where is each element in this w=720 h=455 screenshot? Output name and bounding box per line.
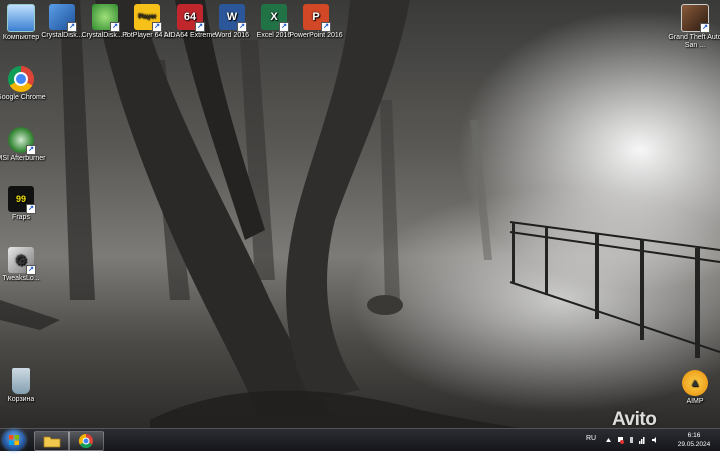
icon-label: AIMP (686, 398, 704, 405)
action-center-flag-icon[interactable] (617, 436, 624, 444)
shortcut-arrow-icon: ↗ (26, 204, 36, 214)
aimp-icon: ▲ (682, 370, 708, 396)
msi-afterburner-desktop-icon[interactable]: ↗ MSI Afterburner (0, 127, 52, 163)
taskbar: RU 6:16 29.05.2024 (0, 428, 720, 451)
shortcut-arrow-icon: ↗ (700, 23, 710, 33)
icon-label: MSI Afterburner (0, 155, 46, 162)
google-chrome-desktop-icon[interactable]: Google Chrome (0, 66, 52, 102)
icon-label: PowerPoint 2016 (289, 32, 343, 39)
avito-watermark: Avito (612, 409, 657, 428)
folder-icon (43, 436, 61, 448)
chrome-icon (8, 66, 34, 92)
fraps-icon: 99 ↗ (8, 186, 36, 214)
wallpaper (0, 0, 720, 428)
gta-icon: ↗ (681, 4, 710, 33)
taskbar-chrome-button[interactable] (68, 431, 104, 451)
aimp-desktop-icon[interactable]: ▲ AIMP (664, 370, 720, 406)
clock-date: 29.05.2024 (677, 441, 711, 448)
potplayer-icon: Player ↗ (134, 4, 162, 32)
clock-time: 6:16 (687, 432, 701, 439)
recycle-bin-desktop-icon[interactable]: Корзина (0, 368, 52, 404)
recycle-bin-icon (12, 368, 30, 394)
windows-logo-icon (9, 435, 19, 445)
icon-label: Grand Theft Auto San ... (668, 34, 720, 49)
system-clock[interactable]: 6:16 29.05.2024 (672, 431, 716, 449)
shortcut-arrow-icon: ↗ (26, 265, 36, 275)
icon-label: Корзина (7, 396, 35, 403)
icon-label: TweaksLo... (2, 275, 40, 282)
crystaldisk-green-icon: ↗ (92, 4, 120, 32)
language-indicator[interactable]: RU (586, 435, 596, 442)
word-icon: W ↗ (219, 4, 247, 32)
taskbar-explorer-button[interactable] (34, 431, 70, 451)
desktop[interactable]: Компьютер ↗ CrystalDisk... ↗ CrystalDisk… (0, 0, 720, 428)
shortcut-arrow-icon: ↗ (26, 145, 36, 155)
tray-arrow-icon[interactable] (605, 436, 612, 444)
start-button[interactable] (3, 430, 25, 450)
tweakslogon-desktop-icon[interactable]: ⚙ ↗ TweaksLo... (0, 247, 52, 283)
excel-icon: X ↗ (261, 4, 289, 32)
afterburner-icon: ↗ (8, 127, 36, 155)
powerpoint-icon: P ↗ (303, 4, 331, 32)
usb-device-icon[interactable] (628, 436, 635, 444)
crystaldisk-icon: ↗ (49, 4, 77, 32)
gta-san-andreas-desktop-icon[interactable]: ↗ Grand Theft Auto San ... (664, 4, 720, 50)
volume-icon[interactable] (652, 436, 659, 444)
gear-icon: ⚙ ↗ (8, 247, 36, 275)
network-icon[interactable] (639, 436, 646, 444)
chrome-icon (78, 433, 93, 449)
fraps-desktop-icon[interactable]: 99 ↗ Fraps (0, 186, 52, 222)
aida64-icon: 64 ↗ (177, 4, 205, 32)
shortcut-arrow-icon: ↗ (321, 22, 331, 32)
powerpoint-desktop-icon[interactable]: P ↗ PowerPoint 2016 (285, 4, 347, 40)
icon-label: Google Chrome (0, 94, 46, 101)
icon-label: Fraps (12, 214, 30, 221)
